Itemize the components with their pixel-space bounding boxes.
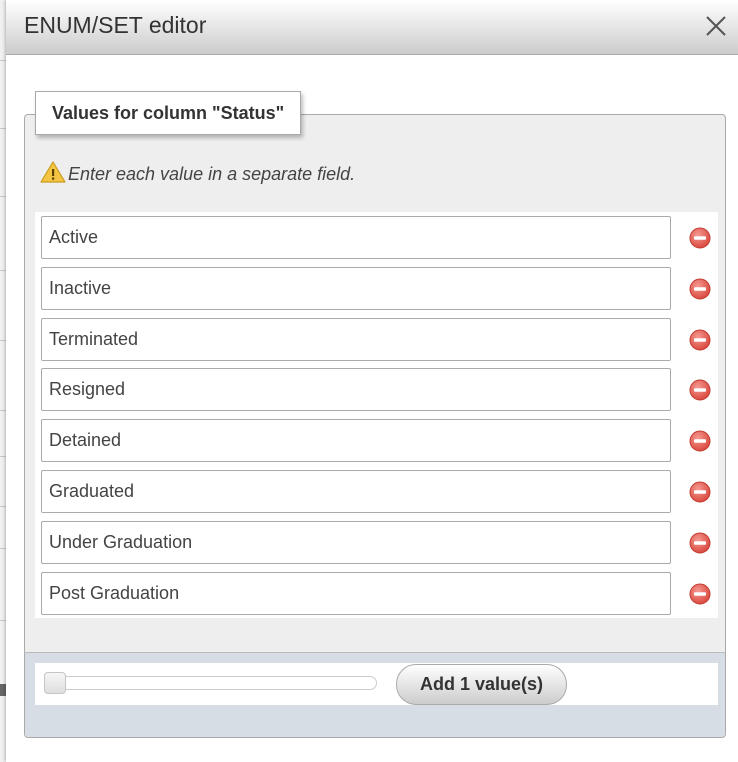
- value-input[interactable]: [41, 470, 671, 513]
- warning-icon: [40, 160, 66, 189]
- value-count-slider[interactable]: [45, 676, 377, 690]
- remove-icon[interactable]: [689, 430, 711, 452]
- values-list: [35, 212, 718, 618]
- add-values-button[interactable]: Add 1 value(s): [396, 664, 567, 705]
- dialog-title: ENUM/SET editor: [24, 12, 207, 38]
- dialog-titlebar: ENUM/SET editor: [6, 0, 738, 55]
- remove-icon[interactable]: [689, 379, 711, 401]
- remove-icon[interactable]: [689, 278, 711, 300]
- value-row: [41, 470, 718, 513]
- value-row: [41, 216, 718, 259]
- remove-icon[interactable]: [689, 481, 711, 503]
- slider-handle[interactable]: [44, 672, 66, 694]
- remove-icon[interactable]: [689, 583, 711, 605]
- value-input[interactable]: [41, 572, 671, 615]
- add-values-panel: Add 1 value(s): [35, 663, 718, 705]
- value-input[interactable]: [41, 318, 671, 361]
- value-row: [41, 267, 718, 310]
- fieldset-legend: Values for column "Status": [35, 91, 302, 135]
- value-input[interactable]: [41, 521, 671, 564]
- enum-set-editor-dialog: ENUM/SET editor Values for column "Statu…: [6, 0, 738, 762]
- value-row: [41, 521, 718, 564]
- notice-text: Enter each value in a separate field.: [68, 164, 356, 184]
- remove-icon[interactable]: [689, 329, 711, 351]
- remove-icon[interactable]: [689, 532, 711, 554]
- value-row: [41, 318, 718, 361]
- value-input[interactable]: [41, 368, 671, 411]
- remove-icon[interactable]: [689, 227, 711, 249]
- notice-message: Enter each value in a separate field.: [40, 160, 355, 189]
- value-row: [41, 419, 718, 462]
- value-input[interactable]: [41, 216, 671, 259]
- value-row: [41, 572, 718, 615]
- close-icon[interactable]: [700, 10, 732, 42]
- value-input[interactable]: [41, 419, 671, 462]
- value-input[interactable]: [41, 267, 671, 310]
- page: ENUM/SET editor Values for column "Statu…: [0, 0, 738, 762]
- value-row: [41, 368, 718, 411]
